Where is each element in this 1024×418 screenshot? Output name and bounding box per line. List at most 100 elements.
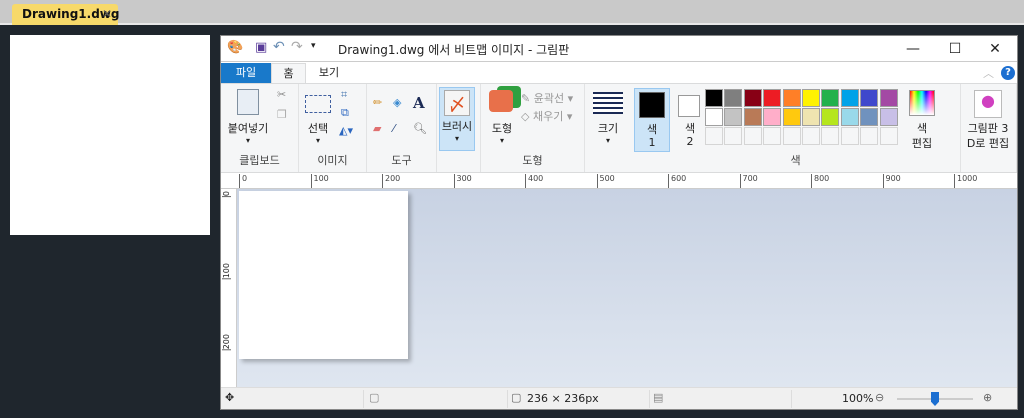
paint3d-label-2: D로 편집 [966,137,1010,150]
brush-button[interactable]: 〆 브러시 ▾ [439,87,475,151]
color-swatch[interactable] [879,127,898,145]
brush-icon: 〆 [444,90,470,116]
image-size-icon: ▢ [511,391,522,404]
ruler-tick-label: 400 [525,174,543,188]
fill-shape-button[interactable]: ◇ 채우기 ▾ [521,108,572,124]
color-swatch[interactable] [724,127,743,145]
copy-icon[interactable]: ❐ [277,108,287,121]
shapes-icon[interactable] [489,90,513,112]
zoom-out-button[interactable]: ⊖ [875,391,884,404]
zoom-slider-thumb[interactable] [931,392,939,406]
close-button[interactable]: ✕ [975,36,1015,62]
magnifier-icon[interactable]: 🔍︎ [413,122,427,135]
color-swatch[interactable] [763,108,782,126]
color-swatch[interactable] [743,127,762,145]
zoom-in-button[interactable]: ⊕ [983,391,992,404]
tab-file[interactable]: 파일 [221,63,271,83]
color-picker-icon[interactable]: ⁄ [393,122,395,135]
document-tab[interactable]: Drawing1.dwg ✕ [12,4,119,25]
color-swatch[interactable] [840,89,859,107]
color-swatch[interactable] [802,89,820,107]
preview-panel [10,35,210,235]
canvas-area[interactable] [237,189,1017,387]
paste-button[interactable]: 붙여넣기 [225,120,271,136]
redo-icon[interactable]: ↷ [291,39,303,55]
color2-number: 2 [686,135,694,148]
color-swatch[interactable] [879,89,898,107]
pencil-icon[interactable]: ✏ [373,96,382,109]
edit-with-paint3d-button[interactable]: ● 그림판 3 D로 편집 [961,88,1015,152]
color-swatch[interactable] [879,108,898,126]
file-size-icon: ▤ [653,391,664,404]
color1-button[interactable]: 색 1 [634,88,670,152]
color-swatch[interactable] [705,108,723,126]
fill-icon[interactable]: ◈ [393,96,401,109]
color2-label: 색 [684,122,696,135]
color-swatch[interactable] [840,108,859,126]
color-swatch[interactable] [705,89,723,107]
color-swatch[interactable] [763,89,782,107]
tab-view[interactable]: 보기 [309,63,349,83]
edit-colors-button[interactable]: 색 편집 [907,88,937,152]
customize-quick-access-icon[interactable]: ▾ [311,41,316,51]
tools-group: ✏ ◈ A ▰ ⁄ 🔍︎ 도구 [367,84,437,172]
close-icon[interactable]: ✕ [102,7,112,21]
color-swatch[interactable] [860,89,879,107]
ruler-tick-label: 0 [239,174,247,188]
minimize-button[interactable]: — [893,36,933,62]
paint-app-icon: 🎨 [227,40,244,55]
ruler-tick-label: 100 [222,262,231,279]
help-icon[interactable]: ? [1001,66,1015,80]
selection-size-icon: ▢ [369,391,380,404]
save-icon[interactable]: ▣ [255,40,267,55]
resize-icon[interactable]: ⧉ [341,106,349,120]
eraser-icon[interactable]: ▰ [373,122,381,135]
paste-icon[interactable] [237,89,259,115]
crop-icon[interactable]: ⌗ [341,88,347,102]
zoom-slider[interactable] [897,392,973,406]
color-swatch[interactable] [743,89,762,107]
tab-home[interactable]: 홈 [271,63,306,83]
ruler-tick-label: 200 [382,174,400,188]
color-swatch[interactable] [763,127,782,145]
maximize-button[interactable]: ☐ [935,36,975,62]
undo-icon[interactable]: ↶ [273,39,285,55]
rotate-icon[interactable]: ◭▾ [339,124,353,137]
text-icon[interactable]: A [413,94,425,112]
color2-button[interactable]: 색 2 [673,88,707,152]
color-swatch[interactable] [860,108,879,126]
collapse-ribbon-icon[interactable]: ︿ [983,65,994,81]
paint3d-icon: ● [974,90,1002,118]
color-swatch[interactable] [705,127,723,145]
color-swatch[interactable] [840,127,859,145]
size-icon [593,92,623,114]
color-swatch[interactable] [743,108,762,126]
color-swatch[interactable] [802,127,820,145]
ruler-tick-label: 300 [453,174,472,188]
drawing-canvas[interactable] [239,191,408,359]
select-button[interactable]: 선택 [301,120,335,136]
colors-group: 색 1 색 2 색 편집 색 [631,84,961,172]
color-swatch[interactable] [802,108,820,126]
cut-icon[interactable]: ✂ [277,88,286,101]
shapes-group: 도형 ▾ ✎ 윤곽선 ▾ ◇ 채우기 ▾ 도형 [481,84,585,172]
ruler-tick-label: 500 [596,174,615,188]
shapes-button[interactable]: 도형 [485,120,519,136]
outline-button[interactable]: ✎ 윤곽선 ▾ [521,90,573,106]
color-swatch[interactable] [724,89,743,107]
size-button[interactable]: 크기 ▾ [585,84,631,154]
color-swatch[interactable] [782,108,801,126]
ruler-tick-label: 600 [668,174,686,188]
colors-group-label: 색 [790,154,801,167]
ruler-tick-label: 1000 [954,174,977,188]
color-swatch[interactable] [860,127,879,145]
color-swatch[interactable] [782,89,801,107]
color-swatch[interactable] [821,108,840,126]
color-swatch[interactable] [782,127,801,145]
color-swatch[interactable] [821,127,840,145]
ruler-tick-label: 900 [882,174,901,188]
color-swatch[interactable] [821,89,840,107]
ribbon-tabs: 파일 홈 보기 ︿ ? [221,63,1017,83]
select-icon[interactable] [305,95,331,113]
color-swatch[interactable] [724,108,743,126]
